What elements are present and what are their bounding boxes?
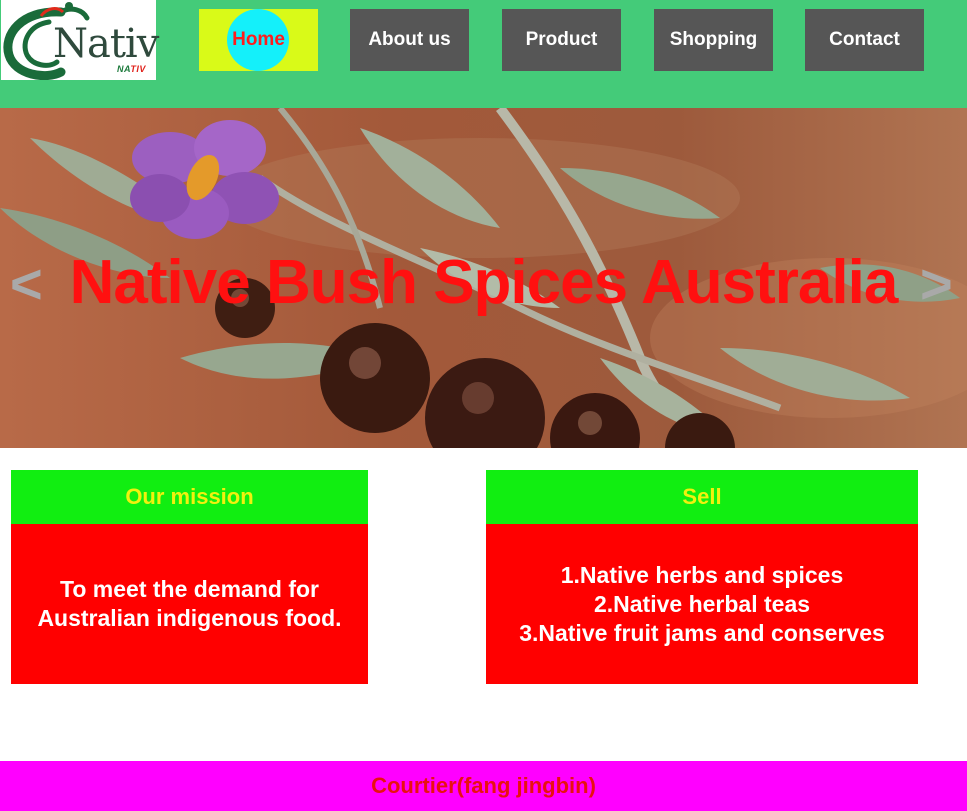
nav-contact-label: Contact — [829, 29, 900, 50]
logo-subtext-green: NA — [117, 64, 131, 74]
nav-about-label: About us — [368, 29, 451, 50]
mission-card: Our mission To meet the demand for Austr… — [11, 470, 368, 684]
sell-item: 3.Native fruit jams and conserves — [519, 619, 885, 646]
nav-home-label: Home — [232, 29, 285, 50]
sell-body: 1.Native herbs and spices 2.Native herba… — [486, 524, 918, 684]
sell-item: 2.Native herbal teas — [593, 590, 811, 617]
logo-subtext-red: TIV — [130, 64, 146, 74]
nav-about-button[interactable]: About us — [350, 9, 469, 71]
site-footer: Courtier(fang jingbin) — [0, 761, 967, 811]
sell-heading: Sell — [486, 470, 918, 524]
mission-line: To meet the demand for — [60, 576, 319, 602]
sell-item: 1.Native herbs and spices — [560, 561, 844, 588]
slider-next-arrow-icon[interactable]: > — [920, 254, 953, 314]
nav-shopping-button[interactable]: Shopping — [654, 9, 773, 71]
hero-title: Native Bush Spices Australia — [69, 248, 899, 317]
sell-card: Sell 1.Native herbs and spices 2.Native … — [486, 470, 918, 684]
logo-subtext: NATIV — [117, 64, 146, 74]
footer-text: Courtier(fang jingbin) — [371, 773, 596, 798]
nav-home-button[interactable]: Home — [199, 9, 318, 71]
nav-shopping-label: Shopping — [669, 29, 758, 50]
nav-product-button[interactable]: Product — [502, 9, 621, 71]
logo-wordmark: Nativ — [53, 21, 159, 67]
mission-body: To meet the demand for Australian indige… — [11, 524, 368, 684]
nav-product-label: Product — [525, 29, 598, 50]
flower — [130, 120, 279, 239]
slider-prev-arrow-icon[interactable]: < — [10, 254, 43, 314]
hero-slider: Native Bush Spices Australia < > — [0, 108, 967, 448]
nav-contact-button[interactable]: Contact — [805, 9, 924, 71]
site-header: Nativ NATIV Home About us Product Shoppi… — [0, 0, 967, 108]
logo[interactable]: Nativ NATIV — [1, 0, 159, 80]
mission-heading: Our mission — [11, 470, 368, 524]
mission-line: Australian indigenous food. — [37, 605, 342, 631]
